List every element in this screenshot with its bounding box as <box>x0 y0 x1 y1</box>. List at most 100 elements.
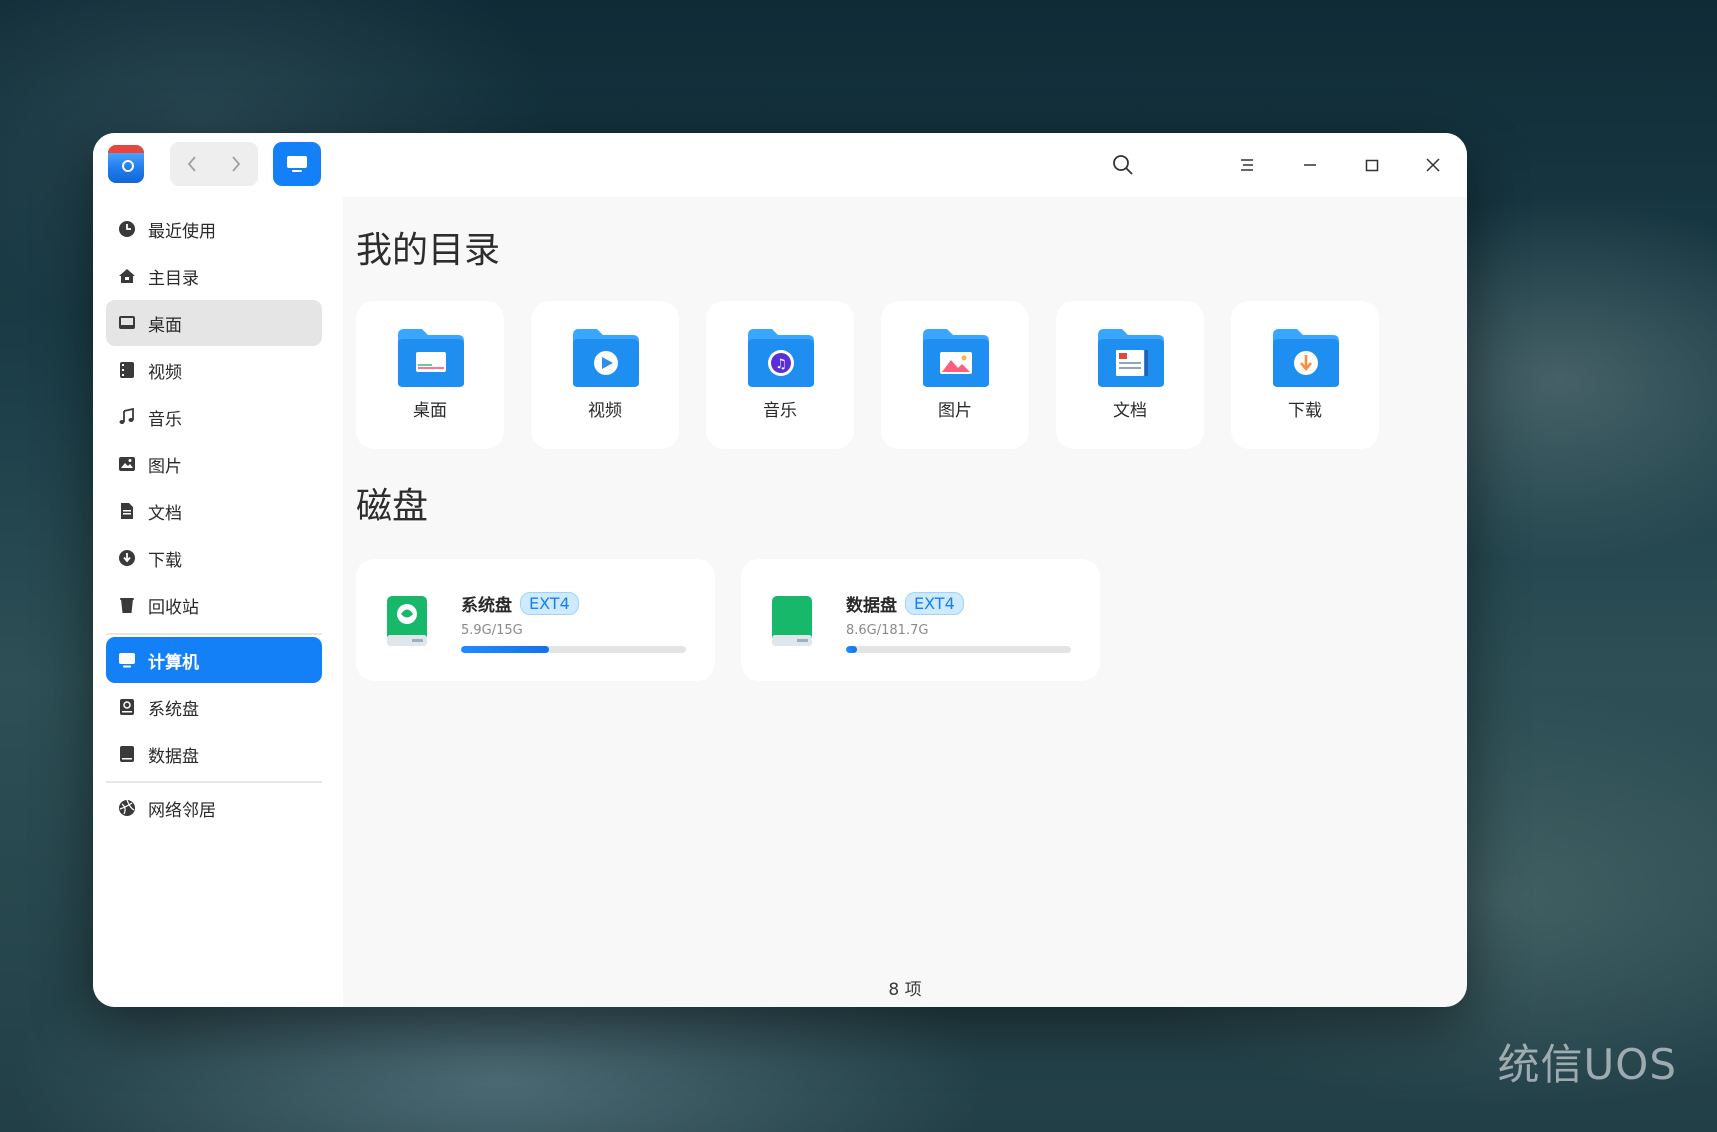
desktop-folder-icon <box>398 329 464 387</box>
music-icon <box>117 407 137 427</box>
picture-folder-icon <box>923 329 989 387</box>
sidebar-item-computer[interactable]: 计算机 <box>106 637 322 683</box>
download-icon <box>117 548 137 568</box>
data-disk-icon <box>117 744 137 764</box>
desktop-icon <box>117 313 137 333</box>
monitor-icon <box>287 156 307 172</box>
disk-card-data[interactable]: 数据盘 EXT4 8.6G/181.7G <box>741 559 1100 681</box>
folder-label: 图片 <box>938 401 972 421</box>
minimize-icon <box>1304 164 1316 166</box>
clock-icon <box>117 219 137 239</box>
sidebar-item-pictures[interactable]: 图片 <box>106 441 322 487</box>
system-disk-icon <box>117 697 137 717</box>
video-icon <box>117 360 137 380</box>
data-disk-drive-icon <box>772 596 812 646</box>
disk-name-text: 系统盘 <box>461 596 512 616</box>
video-folder-icon <box>573 329 639 387</box>
sidebar-item-label: 桌面 <box>148 315 182 336</box>
sidebar-item-label: 音乐 <box>148 409 182 430</box>
file-manager-window: 最近使用 主目录 桌面 视频 音乐 图片 文档 下载 回收站 计算机 系统盘 数… <box>93 133 1467 1007</box>
status-bar-count: 8 项 <box>888 980 922 1000</box>
sidebar-item-home[interactable]: 主目录 <box>106 253 322 299</box>
sidebar-item-documents[interactable]: 文档 <box>106 488 322 534</box>
disks-title: 磁盘 <box>356 486 429 527</box>
disk-name: 系统盘 EXT4 <box>461 591 579 616</box>
menu-icon <box>1241 159 1253 171</box>
sidebar-item-trash[interactable]: 回收站 <box>106 582 322 628</box>
folder-label: 桌面 <box>413 401 447 421</box>
menu-button[interactable] <box>1229 147 1265 183</box>
sidebar-item-network[interactable]: 网络邻居 <box>106 785 322 831</box>
filesystem-badge: EXT4 <box>520 592 579 615</box>
folder-card-videos[interactable]: 视频 <box>531 301 679 449</box>
navigation-buttons <box>170 142 258 186</box>
disk-usage-bar <box>846 646 1071 653</box>
system-disk-drive-icon <box>387 596 427 646</box>
folder-card-music[interactable]: ♫ 音乐 <box>706 301 854 449</box>
close-icon <box>1426 158 1440 172</box>
sidebar-item-label: 下载 <box>148 550 182 571</box>
disk-usage: 8.6G/181.7G <box>846 623 929 638</box>
sidebar: 最近使用 主目录 桌面 视频 音乐 图片 文档 下载 回收站 计算机 系统盘 数… <box>93 197 343 1007</box>
document-folder-icon <box>1098 329 1164 387</box>
maximize-icon <box>1365 159 1379 172</box>
sidebar-item-downloads[interactable]: 下载 <box>106 535 322 581</box>
home-icon <box>117 266 137 286</box>
disk-name-text: 数据盘 <box>846 596 897 616</box>
svg-text:♫: ♫ <box>775 357 787 372</box>
network-icon <box>117 798 137 818</box>
sidebar-item-recent[interactable]: 最近使用 <box>106 206 322 252</box>
maximize-button[interactable] <box>1354 147 1390 183</box>
sidebar-item-data-disk[interactable]: 数据盘 <box>106 731 322 777</box>
folder-card-desktop[interactable]: 桌面 <box>356 301 504 449</box>
filesystem-badge: EXT4 <box>905 592 964 615</box>
search-icon <box>1113 155 1133 175</box>
sidebar-item-videos[interactable]: 视频 <box>106 347 322 393</box>
chevron-right-icon <box>232 156 241 172</box>
music-folder-icon: ♫ <box>748 329 814 387</box>
folder-card-downloads[interactable]: 下载 <box>1231 301 1379 449</box>
forward-button[interactable] <box>214 142 258 186</box>
sidebar-item-label: 视频 <box>148 362 182 383</box>
chevron-left-icon <box>187 156 196 172</box>
disk-name: 数据盘 EXT4 <box>846 591 964 616</box>
trash-icon <box>117 595 137 615</box>
sidebar-item-label: 系统盘 <box>148 699 199 720</box>
disk-usage-bar <box>461 646 686 653</box>
disk-card-system[interactable]: 系统盘 EXT4 5.9G/15G <box>356 559 715 681</box>
sidebar-item-label: 回收站 <box>148 597 199 618</box>
folder-label: 音乐 <box>763 401 797 421</box>
folder-label: 下载 <box>1288 401 1322 421</box>
sidebar-item-system-disk[interactable]: 系统盘 <box>106 684 322 730</box>
folder-card-documents[interactable]: 文档 <box>1056 301 1204 449</box>
sidebar-item-desktop[interactable]: 桌面 <box>106 300 322 346</box>
sidebar-item-label: 计算机 <box>148 652 199 673</box>
sidebar-item-label: 数据盘 <box>148 746 199 767</box>
folder-label: 文档 <box>1113 401 1147 421</box>
sidebar-item-label: 主目录 <box>148 268 199 289</box>
sidebar-divider <box>106 781 322 783</box>
disk-usage-fill <box>846 646 858 653</box>
document-icon <box>117 501 137 521</box>
sidebar-item-music[interactable]: 音乐 <box>106 394 322 440</box>
my-directories-title: 我的目录 <box>356 230 501 271</box>
sidebar-item-label: 网络邻居 <box>148 800 216 821</box>
disk-usage: 5.9G/15G <box>461 623 523 638</box>
search-button[interactable] <box>1105 147 1141 183</box>
computer-view-button[interactable] <box>273 142 321 186</box>
back-button[interactable] <box>170 142 214 186</box>
main-content: 我的目录 桌面 视频 ♫ 音乐 图片 文档 下载 磁盘 系统盘 EXT4 5.9… <box>343 197 1467 1007</box>
file-manager-logo-icon <box>108 145 144 183</box>
folder-card-pictures[interactable]: 图片 <box>881 301 1029 449</box>
uos-watermark: 统信UOS <box>1497 1040 1677 1089</box>
folder-label: 视频 <box>588 401 622 421</box>
sidebar-item-label: 文档 <box>148 503 182 524</box>
download-folder-icon <box>1273 329 1339 387</box>
titlebar <box>93 133 1467 197</box>
computer-icon <box>117 650 137 670</box>
close-button[interactable] <box>1415 147 1451 183</box>
disk-usage-fill <box>461 646 549 653</box>
picture-icon <box>117 454 137 474</box>
sidebar-item-label: 最近使用 <box>148 221 216 242</box>
minimize-button[interactable] <box>1292 147 1328 183</box>
